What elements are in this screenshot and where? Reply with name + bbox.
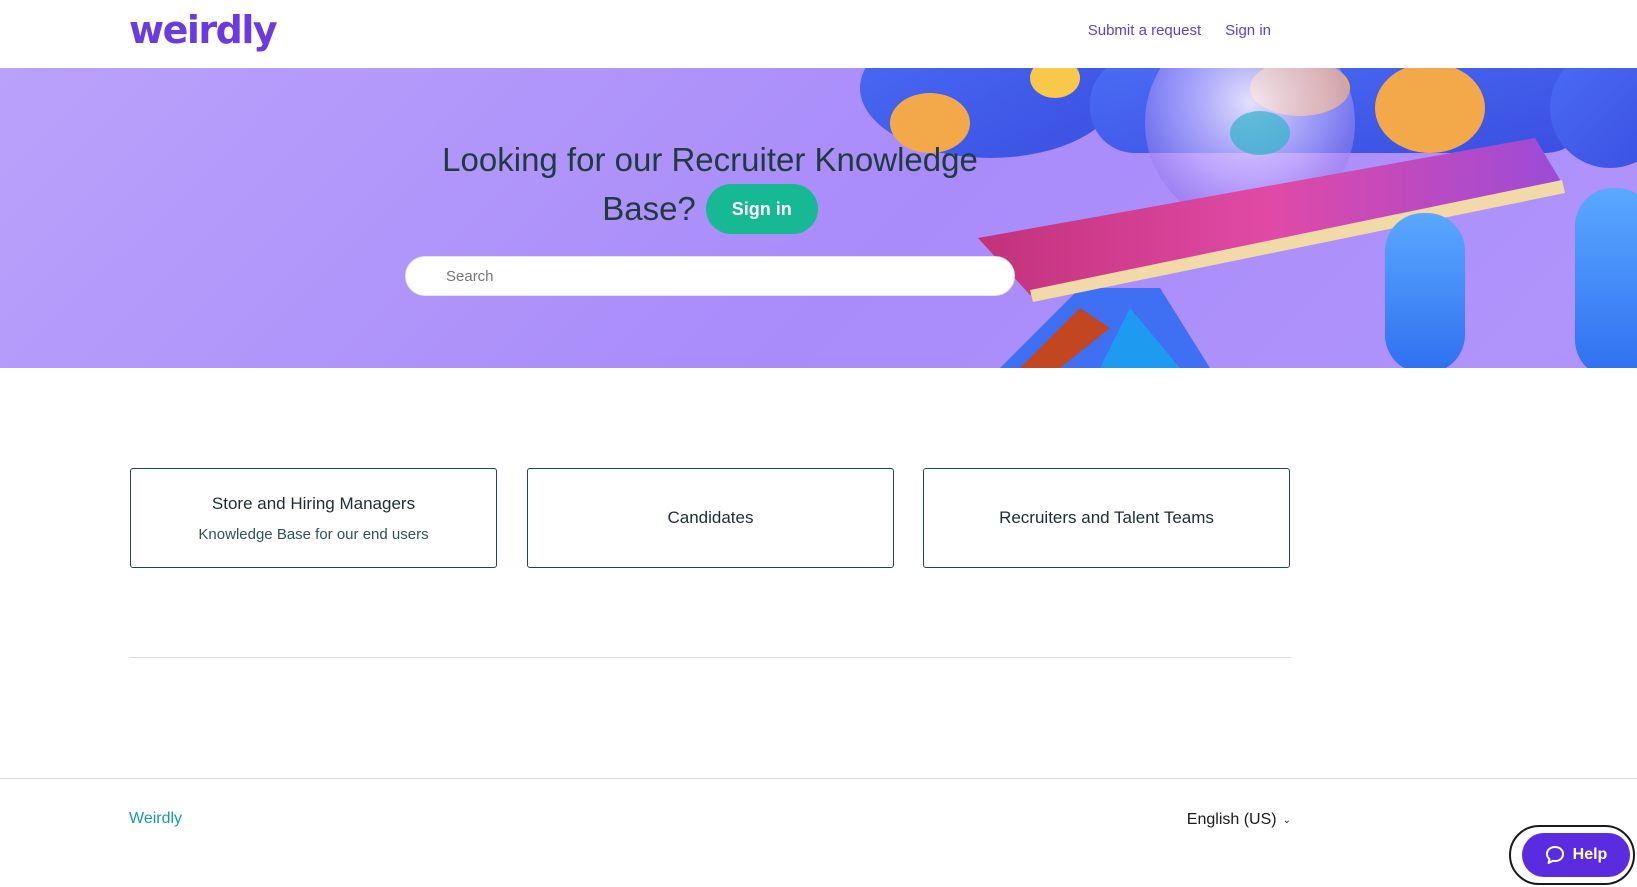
language-label: English (US)	[1186, 811, 1277, 828]
help-widget: Help	[1509, 825, 1635, 885]
hero-sign-in-button[interactable]: Sign in	[705, 184, 818, 234]
sign-in-link[interactable]: Sign in	[1225, 22, 1271, 39]
language-selector[interactable]: English (US) ⌄	[1187, 811, 1291, 829]
category-title: Store and Hiring Managers	[211, 493, 416, 513]
chevron-down-icon: ⌄	[1282, 814, 1291, 826]
search-input[interactable]	[405, 256, 1015, 296]
help-button[interactable]: Help	[1522, 833, 1630, 877]
chat-bubble-icon	[1545, 846, 1564, 864]
hero-title: Looking for our Recruiter Knowledge Base…	[400, 136, 1020, 234]
hero-title-line1: Looking for our Recruiter Knowledge	[442, 141, 978, 178]
category-card-candidates[interactable]: Candidates	[527, 468, 894, 568]
header-nav: Submit a request Sign in	[1088, 22, 1271, 39]
section-divider	[129, 657, 1291, 658]
category-title: Candidates	[667, 508, 754, 527]
category-title: Recruiters and Talent Teams	[999, 508, 1214, 527]
footer-brand-link[interactable]: Weirdly	[129, 810, 182, 828]
category-card-store-hiring-managers[interactable]: Store and Hiring Managers Knowledge Base…	[130, 468, 497, 568]
help-label: Help	[1572, 846, 1608, 863]
category-description: Knowledge Base for our end users	[198, 525, 429, 543]
submit-request-link[interactable]: Submit a request	[1088, 22, 1201, 39]
weirdly-logo[interactable]: weirdly	[129, 6, 278, 54]
site-footer: Weirdly English (US) ⌄	[0, 778, 1637, 887]
category-card-recruiters[interactable]: Recruiters and Talent Teams	[923, 468, 1290, 568]
hero-title-line2: Base?	[602, 190, 696, 227]
site-header: weirdly Submit a request Sign in	[0, 0, 1637, 68]
hero-banner: Looking for our Recruiter Knowledge Base…	[0, 68, 1637, 368]
